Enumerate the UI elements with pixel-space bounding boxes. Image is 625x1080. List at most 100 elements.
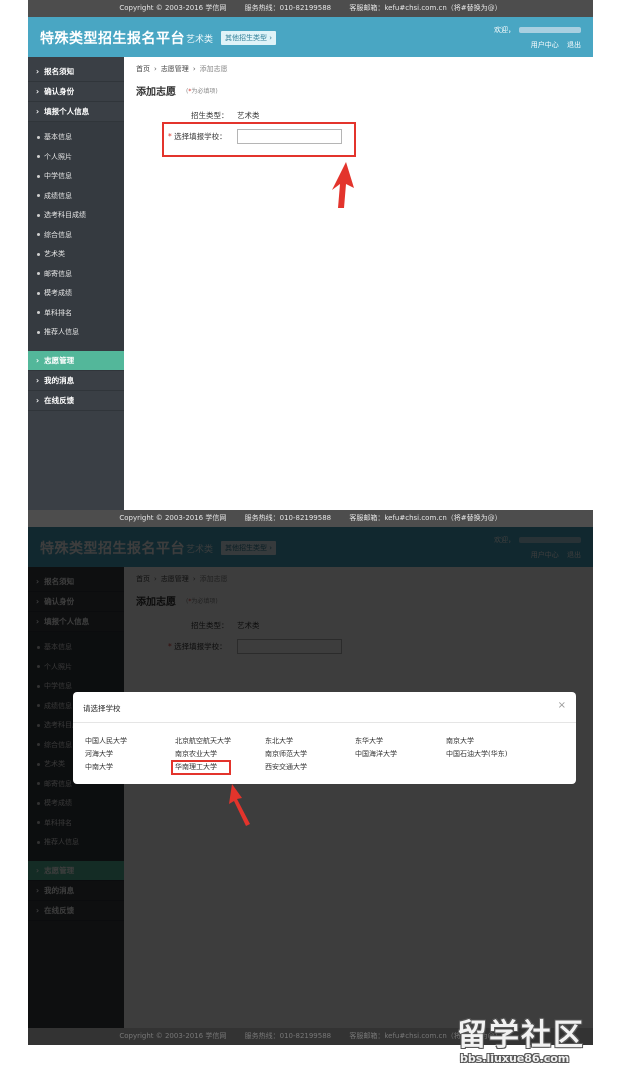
- dialog-title: 请选择学校: [83, 704, 121, 713]
- sidebar-subitem-label: 个人照片: [44, 152, 72, 161]
- annotation-highlight-box: [171, 760, 231, 775]
- chevron-right-icon: ›: [36, 395, 40, 405]
- sidebar-item-messages[interactable]: › 我的消息: [28, 371, 124, 391]
- sidebar-item-confirm-identity[interactable]: › 确认身份: [28, 82, 124, 102]
- sidebar-subitem-label: 基本信息: [44, 133, 72, 141]
- sidebar-subitem-elective[interactable]: 选考科目成绩: [28, 206, 124, 226]
- sidebar-subitem-label: 成绩信息: [44, 191, 72, 200]
- arrow-shape: [332, 162, 354, 208]
- school-option[interactable]: 南京师范大学: [265, 749, 307, 759]
- sidebar-subitem-label: 邮寄信息: [44, 269, 72, 278]
- sidebar-subitem-art[interactable]: 艺术类: [28, 245, 124, 265]
- school-select-dialog: 请选择学校 × 中国人民大学 北京航空航天大学 东北大学 东华大学 南京大学 河…: [73, 692, 576, 784]
- sidebar-subitem-label: 模考成绩: [44, 289, 72, 297]
- chevron-right-icon: ›: [36, 355, 40, 365]
- sidebar-item-label: 报名须知: [44, 67, 75, 76]
- chevron-right-icon: ›: [36, 87, 40, 96]
- sidebar-subitem-scores[interactable]: 成绩信息: [28, 186, 124, 206]
- school-option[interactable]: 中国石油大学(华东): [446, 749, 507, 759]
- watermark-text: 留学社区: [457, 1018, 585, 1053]
- bullet-icon: [37, 311, 40, 314]
- user-links: 用户中心 退出: [525, 40, 581, 50]
- school-option[interactable]: 中国海洋大学: [355, 749, 397, 759]
- bullet-icon: [37, 272, 40, 275]
- sidebar-subitem-label: 中学信息: [44, 172, 72, 180]
- sidebar-subitem-mock[interactable]: 模考成绩: [28, 284, 124, 304]
- copyright-text: Copyright © 2003-2016 学信网: [119, 514, 227, 522]
- sidebar-subitem-photo[interactable]: 个人照片: [28, 147, 124, 167]
- page-title: 添加志愿: [136, 87, 176, 98]
- dialog-divider: [73, 722, 576, 723]
- breadcrumb-home[interactable]: 首页: [136, 65, 150, 73]
- user-center-link[interactable]: 用户中心: [531, 41, 559, 49]
- sidebar-subitem-general[interactable]: 综合信息: [28, 225, 124, 245]
- bullet-icon: [37, 213, 40, 217]
- bullet-icon: [37, 135, 40, 139]
- type-label: 招生类型：: [191, 111, 229, 120]
- sidebar-spacer: [28, 342, 124, 351]
- watermark-url: bbs.liuxue86.com: [460, 1052, 570, 1065]
- school-option[interactable]: 西安交通大学: [265, 762, 307, 772]
- bullet-icon: [37, 291, 40, 295]
- chevron-right-icon: ›: [192, 65, 196, 73]
- school-option[interactable]: 中国人民大学: [85, 736, 127, 746]
- bullet-icon: [37, 194, 40, 197]
- bullet-icon: [37, 330, 40, 334]
- copyright-text: Copyright © 2003-2016 学信网: [119, 4, 227, 12]
- screenshot-step-2: Copyright © 2003-2016 学信网 服务热线：010-82199…: [28, 510, 593, 1045]
- logout-link[interactable]: 退出: [567, 41, 581, 49]
- copyright-text: Copyright © 2003-2016 学信网: [119, 1032, 227, 1040]
- school-option[interactable]: 北京航空航天大学: [175, 736, 231, 746]
- email-text: 客服邮箱：kefu#chsi.com.cn（将#替换为@）: [349, 4, 502, 12]
- sidebar-subitem-referee[interactable]: 推荐人信息: [28, 323, 124, 343]
- chevron-right-icon: ›: [36, 107, 40, 116]
- close-icon[interactable]: ×: [558, 700, 566, 711]
- sidebar-item-volunteer[interactable]: › 志愿管理: [28, 350, 124, 371]
- top-info-bar: Copyright © 2003-2016 学信网 服务热线：010-82199…: [28, 510, 593, 527]
- bullet-icon: [37, 252, 40, 256]
- annotation-highlight-box: [162, 122, 356, 157]
- annotation-arrow-up: [229, 784, 250, 826]
- school-option[interactable]: 东北大学: [265, 736, 293, 746]
- sidebar-item-personal-info[interactable]: › 填报个人信息: [28, 102, 124, 122]
- sidebar-item-feedback[interactable]: › 在线反馈: [28, 391, 124, 411]
- masked-username: [519, 27, 581, 33]
- school-option[interactable]: 南京农业大学: [175, 749, 217, 759]
- watermark-logo: 留学社区 bbs.liuxue86.com: [457, 1010, 617, 1072]
- top-info-bar: Copyright © 2003-2016 学信网 服务热线：010-82199…: [28, 0, 593, 17]
- sidebar-subitem-label: 选考科目成绩: [44, 211, 86, 219]
- breadcrumb-manage[interactable]: 志愿管理: [161, 65, 189, 73]
- screenshot-step-1: Copyright © 2003-2016 学信网 服务热线：010-82199…: [28, 0, 593, 510]
- other-types-button[interactable]: 其他招生类型 ›: [221, 31, 277, 45]
- bullet-icon: [37, 155, 40, 158]
- required-note-text: 为必填项: [191, 88, 216, 95]
- bullet-icon: [37, 174, 40, 178]
- sidebar-item-label: 在线反馈: [44, 395, 75, 405]
- school-option[interactable]: 南京大学: [446, 736, 474, 746]
- hotline-text: 服务热线：010-82199588: [244, 514, 332, 522]
- sidebar-subitem-basic[interactable]: 基本信息: [28, 128, 124, 148]
- hotline-text: 服务热线：010-82199588: [244, 4, 332, 12]
- welcome-label: 欢迎，: [494, 26, 515, 34]
- school-option[interactable]: 河海大学: [85, 749, 113, 759]
- sidebar-subitem-label: 单科排名: [44, 308, 72, 317]
- school-option[interactable]: 东华大学: [355, 736, 383, 746]
- required-note: (*为必填项): [186, 88, 218, 95]
- welcome-text: 欢迎，: [494, 25, 581, 35]
- sidebar-subitem-school[interactable]: 中学信息: [28, 167, 124, 187]
- sidebar-item-notice[interactable]: › 报名须知: [28, 62, 124, 82]
- sidebar: ›报名须知 ›确认身份 ›填报个人信息 基本信息 个人照片 中学信息 成绩信息 …: [28, 57, 124, 510]
- sidebar-item-label: 确认身份: [44, 87, 75, 96]
- sidebar-item-label: 填报个人信息: [44, 107, 90, 116]
- sidebar-subitem-rank[interactable]: 单科排名: [28, 303, 124, 323]
- type-value: 艺术类: [237, 111, 260, 120]
- school-option[interactable]: 中南大学: [85, 762, 113, 772]
- annotation-arrow-up: [332, 162, 354, 208]
- sidebar-subitem-label: 推荐人信息: [44, 328, 79, 336]
- category-label: 艺术类: [186, 35, 214, 45]
- main-content: 首页›志愿管理›添加志愿 添加志愿 (*为必填项) 招生类型： 艺术类 * 选择…: [124, 57, 593, 510]
- platform-title[interactable]: 特殊类型招生报名平台: [40, 28, 185, 48]
- arrow-shape: [229, 784, 250, 826]
- sidebar-item-label: 志愿管理: [44, 355, 75, 365]
- sidebar-subitem-mailing[interactable]: 邮寄信息: [28, 264, 124, 284]
